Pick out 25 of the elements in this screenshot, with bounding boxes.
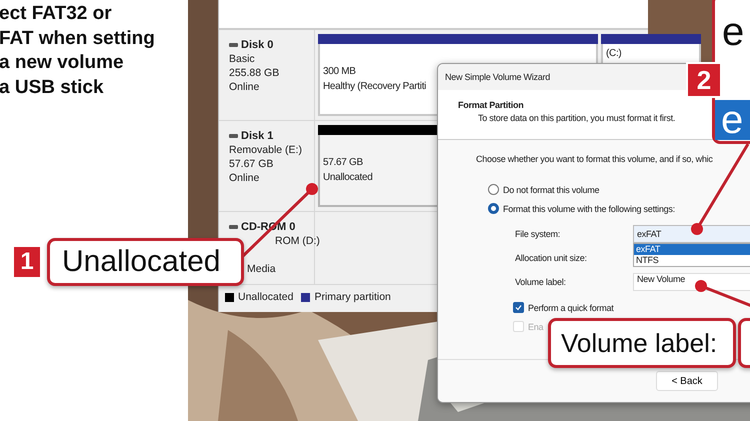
legend-label: Unallocated <box>238 291 294 303</box>
section-heading: Format Partition <box>458 100 524 110</box>
disk-info: Online <box>229 81 260 93</box>
disk-name: Disk 1 <box>241 130 274 142</box>
disk-info: Media <box>247 263 276 275</box>
field-label: Volume label: <box>515 277 567 287</box>
disk-info: ROM (D:) <box>275 235 320 247</box>
disk-info: Removable (E:) <box>229 144 302 156</box>
field-label: Allocation unit size: <box>515 253 588 263</box>
disk-name: Disk 0 <box>241 39 274 51</box>
callout-text: e <box>722 10 744 54</box>
instruction-text: Choose whether you want to format this volume, and if so, whic <box>476 154 713 164</box>
disk-info: Basic <box>229 53 255 65</box>
section-subheading: To store data on this partition, you must format it first. <box>478 113 676 123</box>
disk-info: Online <box>229 172 260 184</box>
dropdown-option: e <box>715 100 750 140</box>
field-label: File system: <box>515 229 562 239</box>
legend-label: Primary partition <box>314 291 391 303</box>
callout-text: Volume label: <box>548 318 736 368</box>
disk-info: 57.67 GB <box>229 158 274 170</box>
step-number: 1 <box>12 245 42 279</box>
step-number: 2 <box>686 62 722 98</box>
callout-text: Unallocated <box>47 238 244 286</box>
dialog-title: New Simple Volume Wizard <box>445 72 550 82</box>
disk-info: 255.88 GB <box>229 67 280 79</box>
